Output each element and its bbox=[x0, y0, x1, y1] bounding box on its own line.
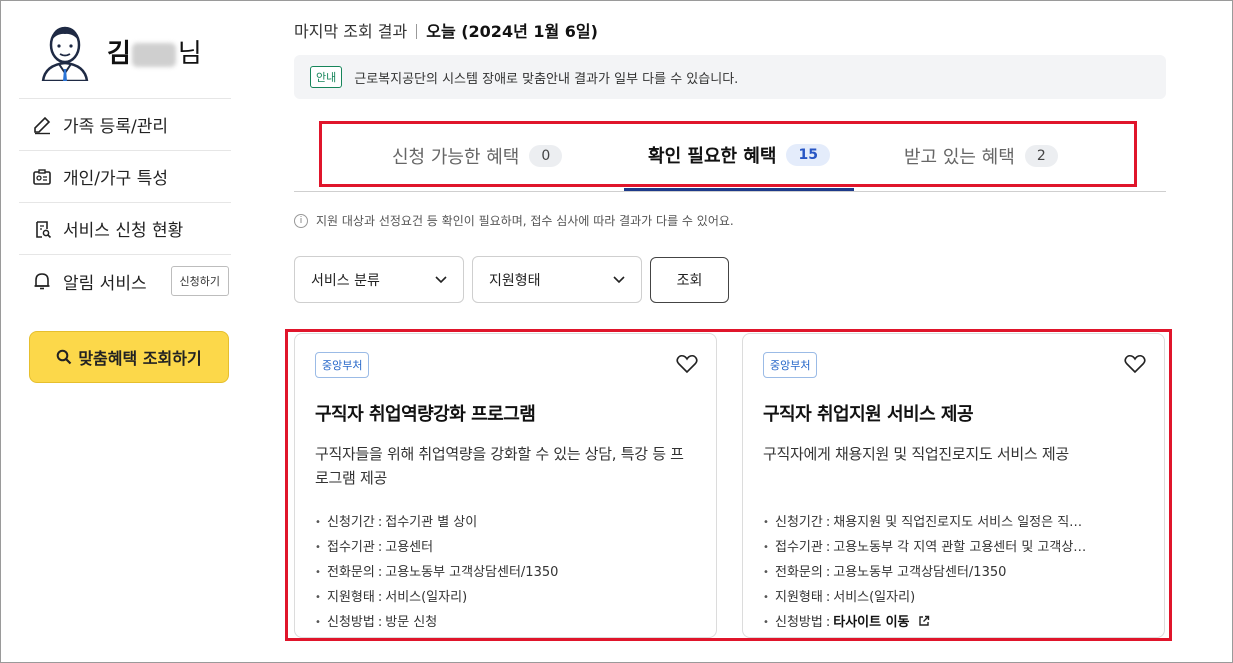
sidebar-item-label: 개인/가구 특성 bbox=[63, 169, 168, 189]
chevron-down-icon bbox=[613, 275, 625, 283]
tab-label: 확인 필요한 혜택 bbox=[648, 145, 777, 167]
select-value: 서비스 분류 bbox=[311, 272, 380, 289]
card-details: 신청기간:접수기관 별 상이 접수기관:고용센터 전화문의:고용노동부 고객상담… bbox=[315, 510, 696, 635]
notice-banner: 안내 근로복지공단의 시스템 장애로 맞춤안내 결과가 일부 다를 수 있습니다… bbox=[294, 55, 1166, 99]
card-description: 구직자에게 채용지원 및 직업진로지도 서비스 제공 bbox=[763, 445, 1069, 463]
sidebar-item-application-status[interactable]: 서비스 신청 현황 bbox=[19, 203, 231, 255]
card-details: 신청기간:채용지원 및 직업진로지도 서비스 일정은 직… 접수기관:고용노동부… bbox=[763, 510, 1144, 635]
detail-row: 신청방법:타사이트 이동 bbox=[763, 610, 1144, 635]
sidebar-item-household[interactable]: 개인/가구 특성 bbox=[19, 151, 231, 203]
card-title: 구직자 취업지원 서비스 제공 bbox=[763, 404, 974, 425]
info-text: 지원 대상과 선정요건 등 확인이 필요하며, 접수 심사에 따라 결과가 다를… bbox=[316, 214, 734, 228]
bell-icon bbox=[31, 270, 53, 292]
detail-row: 접수기관:고용센터 bbox=[315, 535, 696, 560]
benefit-tabs: 신청 가능한 혜택 0 확인 필요한 혜택 15 받고 있는 혜택 2 bbox=[294, 121, 1166, 192]
external-site-link[interactable]: 타사이트 이동 bbox=[833, 615, 909, 630]
detail-row: 접수기관:고용노동부 각 지역 관할 고용센터 및 고객상… bbox=[763, 535, 1144, 560]
detail-row: 신청기간:채용지원 및 직업진로지도 서비스 일정은 직… bbox=[763, 510, 1144, 535]
detail-row: 전화문의:고용노동부 고객상담센터/1350 bbox=[763, 560, 1144, 585]
cta-label: 맞춤혜택 조회하기 bbox=[78, 349, 202, 368]
profile-section: 김님 bbox=[19, 1, 231, 99]
card-description: 구직자들을 위해 취업역량을 강화할 수 있는 상담, 특강 등 프로그램 제공 bbox=[315, 445, 684, 487]
sidebar-item-notifications[interactable]: 알림 서비스 신청하기 bbox=[19, 255, 231, 307]
heart-icon[interactable] bbox=[1124, 354, 1146, 374]
user-name-prefix: 김 bbox=[107, 39, 131, 69]
sidebar-item-label: 알림 서비스 bbox=[63, 273, 147, 294]
tab-count: 0 bbox=[529, 145, 563, 167]
id-card-icon bbox=[31, 166, 53, 188]
heart-icon[interactable] bbox=[676, 354, 698, 374]
sidebar: 김님 가족 등록/관리 개인/가구 특성 서비스 신청 현황 알림 서비스 신청… bbox=[19, 1, 231, 383]
chevron-down-icon bbox=[435, 275, 447, 283]
notification-subscribe-button[interactable]: 신청하기 bbox=[170, 266, 229, 296]
divider bbox=[416, 24, 418, 39]
tab-available[interactable]: 신청 가능한 혜택 0 bbox=[392, 121, 563, 191]
avatar bbox=[37, 21, 93, 83]
sidebar-item-label: 서비스 신청 현황 bbox=[63, 221, 184, 241]
sidebar-item-family[interactable]: 가족 등록/관리 bbox=[19, 99, 231, 151]
tab-count: 2 bbox=[1024, 145, 1058, 167]
tab-count: 15 bbox=[786, 143, 830, 166]
notice-text: 근로복지공단의 시스템 장애로 맞춤안내 결과가 일부 다를 수 있습니다. bbox=[354, 71, 739, 87]
info-icon: i bbox=[294, 213, 308, 228]
tab-label: 신청 가능한 혜택 bbox=[392, 147, 520, 168]
info-line: i 지원 대상과 선정요건 등 확인이 필요하며, 접수 심사에 따라 결과가 … bbox=[294, 212, 734, 229]
agency-badge: 중앙부처 bbox=[315, 352, 370, 378]
detail-row: 신청기간:접수기관 별 상이 bbox=[315, 510, 696, 535]
user-name: 김님 bbox=[107, 33, 202, 70]
result-label: 마지막 조회 결과 bbox=[294, 22, 408, 41]
search-icon bbox=[57, 349, 72, 365]
detail-row: 지원형태:서비스(일자리) bbox=[315, 585, 696, 610]
service-category-select[interactable]: 서비스 분류 bbox=[294, 256, 464, 303]
detail-row: 신청방법:방문 신청 bbox=[315, 610, 696, 635]
tab-receiving[interactable]: 받고 있는 혜택 2 bbox=[904, 121, 1058, 191]
custom-benefit-search-button[interactable]: 맞춤혜택 조회하기 bbox=[29, 331, 229, 383]
benefit-card[interactable]: 중앙부처 구직자 취업지원 서비스 제공 구직자에게 채용지원 및 직업진로지도… bbox=[742, 333, 1165, 638]
agency-badge: 중앙부처 bbox=[763, 352, 818, 378]
search-button[interactable]: 조회 bbox=[650, 257, 729, 303]
external-link-icon[interactable] bbox=[918, 615, 930, 627]
last-result-line: 마지막 조회 결과 오늘 (2024년 1월 6일) bbox=[294, 18, 598, 42]
detail-row: 지원형태:서비스(일자리) bbox=[763, 585, 1144, 610]
clipboard-search-icon bbox=[31, 218, 53, 240]
tab-label: 받고 있는 혜택 bbox=[904, 147, 1015, 168]
blurred-name bbox=[131, 42, 176, 67]
card-title: 구직자 취업역량강화 프로그램 bbox=[315, 404, 536, 425]
support-type-select[interactable]: 지원형태 bbox=[472, 256, 642, 303]
detail-row: 전화문의:고용노동부 고객상담센터/1350 bbox=[315, 560, 696, 585]
today-date: 오늘 (2024년 1월 6일) bbox=[426, 22, 598, 41]
edit-icon bbox=[31, 114, 53, 136]
sidebar-item-label: 가족 등록/관리 bbox=[63, 117, 168, 137]
select-value: 지원형태 bbox=[489, 272, 541, 289]
user-name-suffix: 님 bbox=[177, 39, 202, 69]
notice-badge: 안내 bbox=[310, 66, 343, 88]
tab-needs-check[interactable]: 확인 필요한 혜택 15 bbox=[624, 121, 854, 191]
benefit-card[interactable]: 중앙부처 구직자 취업역량강화 프로그램 구직자들을 위해 취업역량을 강화할 … bbox=[294, 333, 717, 638]
